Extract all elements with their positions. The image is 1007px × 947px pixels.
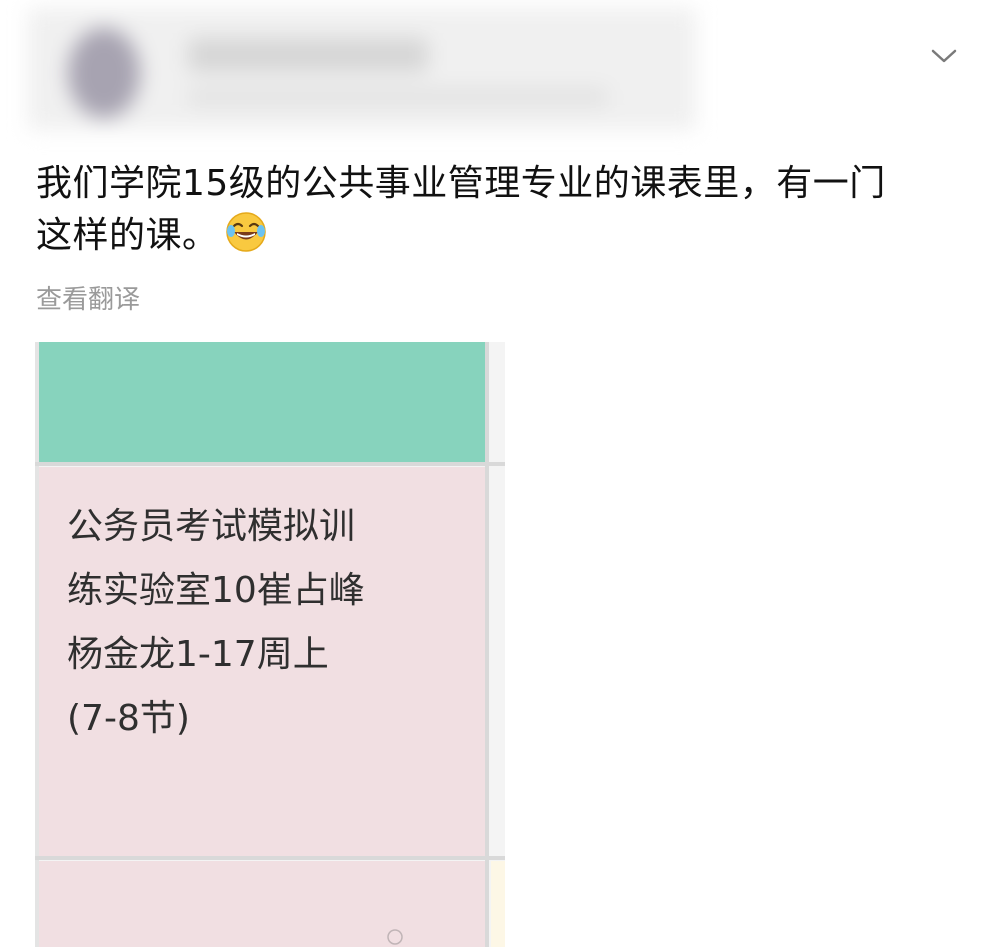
timetable-cell-teal: [39, 342, 485, 462]
timetable-cell-pink-next: [39, 861, 485, 947]
grid-line-horizontal-2: [35, 856, 505, 860]
timetable-image[interactable]: 公务员考试模拟训 练实验室10崔占峰 杨金龙1-17周上 (7-8节): [35, 342, 505, 947]
chevron-down-icon[interactable]: [930, 46, 958, 66]
username-blurred: [188, 38, 428, 72]
grid-line-horizontal: [35, 462, 505, 466]
post-text-line2: 这样的课。: [36, 215, 219, 256]
watermark-icon: [387, 929, 403, 945]
post-meta-blurred: [188, 88, 608, 106]
course-info-text: 公务员考试模拟训 练实验室10崔占峰 杨金龙1-17周上 (7-8节): [67, 506, 365, 739]
post-text: 我们学院15级的公共事业管理专业的课表里，有一门 这样的课。: [36, 158, 976, 262]
laughing-tears-emoji-icon: [225, 212, 266, 252]
post-text-line1: 我们学院15级的公共事业管理专业的课表里，有一门: [36, 163, 886, 204]
timetable-course-cell: 公务员考试模拟训 练实验室10崔占峰 杨金龙1-17周上 (7-8节): [39, 467, 485, 857]
timetable-cell-cream: [491, 861, 505, 947]
translate-link[interactable]: 查看翻译: [36, 279, 140, 316]
avatar: [68, 28, 140, 118]
user-header-blurred: [28, 8, 696, 130]
